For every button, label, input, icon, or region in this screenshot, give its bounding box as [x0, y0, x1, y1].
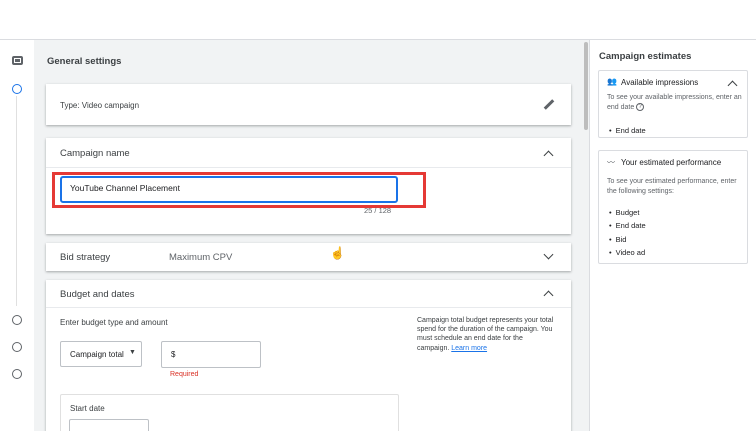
budget-prompt: Enter budget type and amount	[60, 318, 168, 327]
hand-cursor-icon: ☝	[330, 246, 345, 260]
edit-pencil-icon[interactable]	[543, 99, 555, 110]
budget-dates-title: Budget and dates	[60, 289, 135, 300]
campaign-name-card: Campaign name 25 / 128	[46, 138, 571, 234]
available-impressions-title: Available impressions	[621, 78, 699, 87]
start-date-label: Start date	[70, 404, 105, 413]
impressions-help-body: To see your available impressions, enter…	[607, 94, 742, 111]
performance-item-bid: Bid	[609, 235, 627, 244]
estimated-performance-title: Your estimated performance	[621, 158, 722, 167]
impressions-help-text: To see your available impressions, enter…	[607, 93, 743, 113]
campaign-name-input-box[interactable]	[60, 176, 398, 203]
start-date-field[interactable]	[69, 419, 149, 431]
help-circle-icon[interactable]: ?	[636, 103, 645, 112]
bid-strategy-label: Bid strategy	[60, 252, 111, 263]
bid-strategy-value: Maximum CPV	[169, 252, 233, 263]
performance-item-video-ad: Video ad	[609, 248, 645, 257]
budget-amount-field[interactable]: $	[161, 341, 261, 368]
required-error: Required	[170, 371, 199, 378]
character-counter: 25 / 128	[364, 206, 392, 215]
start-date-section: Start date	[60, 394, 399, 431]
learn-more-link[interactable]: Learn more	[451, 345, 487, 352]
general-settings-title: General settings	[47, 56, 122, 67]
top-bar	[0, 0, 756, 40]
performance-item-end-date: End date	[609, 221, 646, 230]
budget-type-value: Campaign total	[70, 350, 124, 359]
campaign-name-input[interactable]	[70, 183, 370, 193]
performance-help-text: To see your estimated performance, enter…	[607, 178, 737, 195]
estimated-performance-card: 〰 Your estimated performance To see your…	[598, 150, 748, 264]
impressions-item-end-date: End date	[609, 126, 646, 135]
dropdown-arrow-icon: ▼	[129, 349, 136, 356]
campaign-type-label: Type: Video campaign	[60, 101, 140, 110]
video-campaign-icon[interactable]	[12, 56, 23, 65]
performance-item-budget: Budget	[609, 208, 640, 217]
step-4-indicator[interactable]	[12, 369, 22, 379]
main-content: General settings Type: Video campaign Ca…	[34, 40, 583, 431]
currency-symbol: $	[171, 350, 176, 359]
campaign-estimates-title: Campaign estimates	[599, 51, 692, 62]
step-3-indicator[interactable]	[12, 342, 22, 352]
people-icon: 👥	[607, 77, 617, 86]
budget-type-select[interactable]: Campaign total ▼	[60, 341, 142, 367]
budget-help-text: Campaign total budget represents your to…	[417, 316, 557, 353]
campaign-type-card[interactable]: Type: Video campaign	[46, 84, 571, 125]
step-2-indicator[interactable]	[12, 315, 22, 325]
scrollbar-thumb[interactable]	[584, 42, 588, 130]
bid-strategy-card[interactable]: Bid strategy Maximum CPV	[46, 243, 571, 271]
step-1-indicator[interactable]	[12, 84, 22, 94]
collapse-chevron-up-icon[interactable]	[543, 290, 554, 301]
budget-dates-card: Budget and dates Enter budget type and a…	[46, 280, 571, 431]
campaign-estimates-panel: Campaign estimates 👥 Available impressio…	[589, 40, 756, 431]
expand-chevron-down-icon[interactable]	[543, 249, 554, 260]
campaign-name-title: Campaign name	[60, 148, 130, 159]
collapse-chevron-up-icon[interactable]	[543, 150, 554, 161]
trending-icon: 〰	[607, 158, 615, 167]
collapse-chevron-up-icon[interactable]	[727, 80, 738, 91]
step-connector	[16, 96, 17, 306]
available-impressions-card: 👥 Available impressions To see your avai…	[598, 70, 748, 138]
